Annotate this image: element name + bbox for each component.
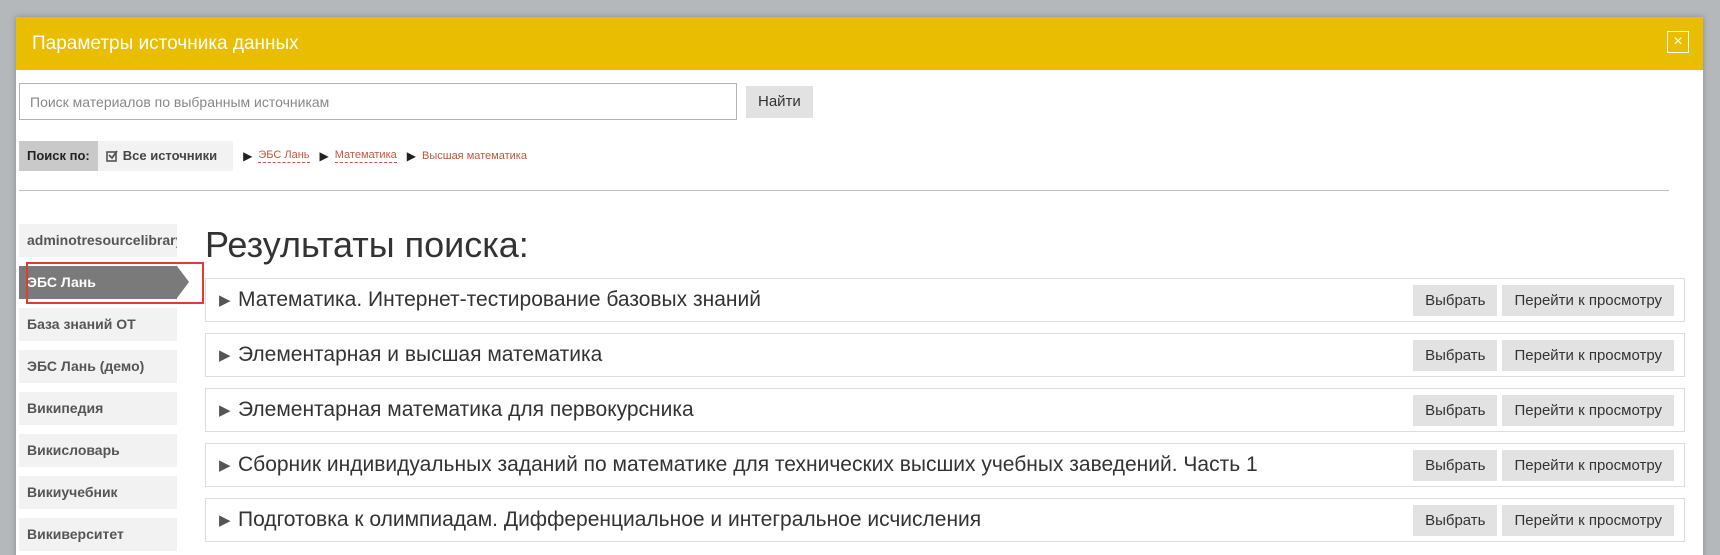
select-button[interactable]: Выбрать xyxy=(1413,395,1498,426)
expand-caret-icon[interactable]: ▶ xyxy=(219,291,231,309)
result-row[interactable]: ▶ Элементарная и высшая математика Выбра… xyxy=(205,333,1685,377)
breadcrumb-item-math[interactable]: Математика xyxy=(334,149,397,163)
divider xyxy=(19,190,1669,191)
breadcrumb-arrow-icon: ▶ xyxy=(319,149,329,163)
result-actions: Выбрать Перейти к просмотру xyxy=(1408,505,1674,536)
results-heading: Результаты поиска: xyxy=(205,224,529,265)
source-item-adminotresourcelibrary[interactable]: adminotresourcelibrary xyxy=(19,224,177,257)
find-button[interactable]: Найти xyxy=(746,85,813,118)
result-title: Элементарная и высшая математика xyxy=(238,343,603,366)
select-button[interactable]: Выбрать xyxy=(1413,340,1498,371)
search-input[interactable] xyxy=(19,83,737,120)
breadcrumb-arrow-icon: ▶ xyxy=(406,149,416,163)
source-item-wikibooks[interactable]: Викиучебник xyxy=(19,476,177,509)
result-row[interactable]: ▶ Подготовка к олимпиадам. Дифференциаль… xyxy=(205,498,1685,542)
view-button[interactable]: Перейти к просмотру xyxy=(1502,505,1674,536)
search-bar: Найти xyxy=(19,83,813,120)
expand-caret-icon[interactable]: ▶ xyxy=(219,346,231,364)
source-item-knowledge-base[interactable]: База знаний ОТ xyxy=(19,308,177,341)
source-item-wikiversity[interactable]: Викиверситет xyxy=(19,518,177,551)
source-item-ebs-lan-demo[interactable]: ЭБС Лань (демо) xyxy=(19,350,177,383)
result-row[interactable]: ▶ Элементарная математика для первокурсн… xyxy=(205,388,1685,432)
result-title: Математика. Интернет-тестирование базовы… xyxy=(238,288,761,311)
breadcrumb-arrow-icon: ▶ xyxy=(243,149,253,163)
scope-label: Поиск по: xyxy=(19,141,98,171)
result-row[interactable]: ▶ Сборник индивидуальных заданий по мате… xyxy=(205,443,1685,487)
view-button[interactable]: Перейти к просмотру xyxy=(1502,395,1674,426)
result-title: Сборник индивидуальных заданий по матема… xyxy=(238,453,1258,476)
close-button[interactable]: × xyxy=(1667,31,1689,53)
result-actions: Выбрать Перейти к просмотру xyxy=(1408,395,1674,426)
expand-caret-icon[interactable]: ▶ xyxy=(219,511,231,529)
result-actions: Выбрать Перейти к просмотру xyxy=(1408,285,1674,316)
source-list: adminotresourcelibrary ЭБС Лань База зна… xyxy=(19,224,189,555)
result-title: Элементарная математика для первокурсник… xyxy=(238,398,694,421)
view-button[interactable]: Перейти к просмотру xyxy=(1502,285,1674,316)
expand-caret-icon[interactable]: ▶ xyxy=(219,401,231,419)
dialog-header: Параметры источника данных × xyxy=(16,17,1703,70)
select-button[interactable]: Выбрать xyxy=(1413,285,1498,316)
view-button[interactable]: Перейти к просмотру xyxy=(1502,340,1674,371)
view-button[interactable]: Перейти к просмотру xyxy=(1502,450,1674,481)
result-row[interactable]: ▶ Математика. Интернет-тестирование базо… xyxy=(205,278,1685,322)
expand-caret-icon[interactable]: ▶ xyxy=(219,456,231,474)
sources-icon xyxy=(105,149,119,163)
all-sources-label: Все источники xyxy=(122,148,218,163)
dialog-title: Параметры источника данных xyxy=(32,33,299,54)
result-actions: Выбрать Перейти к просмотру xyxy=(1408,340,1674,371)
search-results: Результаты поиска: ▶ Математика. Интерне… xyxy=(205,226,1685,553)
all-sources-button[interactable]: Все источники xyxy=(97,141,234,171)
source-item-wiktionary[interactable]: Викисловарь xyxy=(19,434,177,467)
select-button[interactable]: Выбрать xyxy=(1413,505,1498,536)
search-scope: Поиск по: Все источники ▶ ЭБС Лань ▶ Мат… xyxy=(19,141,527,171)
select-button[interactable]: Выбрать xyxy=(1413,450,1498,481)
breadcrumb-item-higher-math: Высшая математика xyxy=(422,150,527,162)
result-actions: Выбрать Перейти к просмотру xyxy=(1408,450,1674,481)
source-item-ebs-lan[interactable]: ЭБС Лань xyxy=(19,266,189,299)
breadcrumb-item-ebs-lan[interactable]: ЭБС Лань xyxy=(258,149,310,163)
result-title: Подготовка к олимпиадам. Дифференциально… xyxy=(238,508,982,531)
source-item-wikipedia[interactable]: Википедия xyxy=(19,392,177,425)
